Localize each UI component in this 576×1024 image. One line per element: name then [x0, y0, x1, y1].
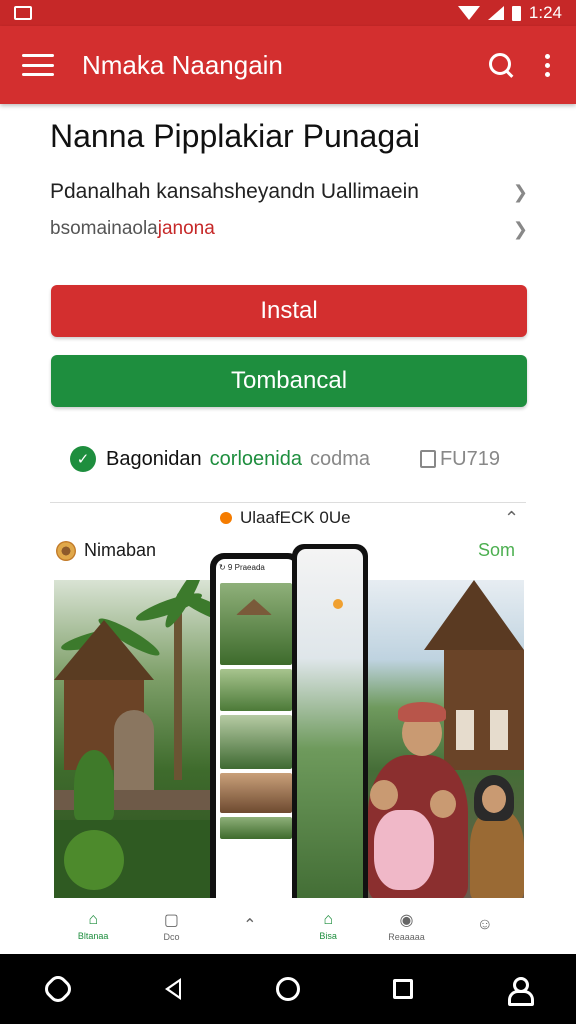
- description-row[interactable]: Pdanalhah kansahsheyandn Uallimaein ❯: [50, 180, 528, 204]
- search-icon[interactable]: [487, 51, 515, 79]
- orange-dot-icon: [220, 512, 232, 524]
- home-button[interactable]: [266, 967, 310, 1011]
- sub-header-label: Nimaban: [84, 540, 157, 560]
- chevron-right-icon: ❯: [512, 181, 528, 202]
- section-header: UlaafECK 0Ue: [220, 508, 351, 528]
- app-bar: Nmaka Naangain: [0, 26, 576, 104]
- subdescription-row[interactable]: bsomainaolajanona ❯: [50, 218, 528, 240]
- home-icon: ⌂: [88, 911, 98, 928]
- signal-icon: [487, 6, 504, 20]
- user-icon: [507, 977, 535, 1006]
- nav-item-4[interactable]: ⌂ Bisa: [289, 898, 367, 954]
- verification-row: ✓ Bagonidan corloenida codma FU719: [70, 446, 500, 472]
- image-notification-icon: [14, 6, 32, 20]
- nav-item-6[interactable]: ☺: [446, 898, 524, 954]
- verify-label: Bagonidan: [106, 447, 202, 470]
- wifi-icon: [457, 6, 480, 20]
- nav-item-2[interactable]: ▢ Dco: [132, 898, 210, 954]
- nav-item-3[interactable]: ⌃: [211, 898, 289, 954]
- menu-icon[interactable]: [22, 54, 54, 76]
- status-time: 1:24: [528, 3, 562, 22]
- bag-icon: ⌃: [243, 917, 257, 934]
- back-icon: [164, 978, 181, 1000]
- app-title: Nmaka Naangain: [82, 49, 283, 80]
- system-nav-bar: [0, 954, 576, 1024]
- verify-code: FU719: [419, 448, 500, 471]
- page-title: Nanna Pipplakiar Punagai: [50, 118, 421, 154]
- square-icon: ▢: [163, 912, 180, 929]
- check-icon: ✓: [70, 446, 96, 472]
- person-icon: ☺: [476, 916, 493, 933]
- nav-item-home[interactable]: ⌂ Bltanaa: [54, 898, 132, 954]
- chevron-up-icon[interactable]: ⌃: [504, 508, 519, 529]
- recents-icon: [393, 979, 414, 999]
- rotate-icon: [40, 972, 75, 1006]
- recents-button[interactable]: [381, 967, 425, 1011]
- phone-screen-secondary: [297, 549, 363, 913]
- camera-icon: ◉: [399, 912, 414, 929]
- description-text: Pdanalhah kansahsheyandn Uallimaein: [50, 180, 419, 203]
- more-vert-icon[interactable]: [541, 53, 554, 77]
- battery-icon: [511, 5, 521, 21]
- app-bar-actions: [487, 51, 554, 79]
- status-bar: 1:24: [0, 0, 576, 26]
- chevron-right-icon: ❯: [512, 218, 528, 239]
- house-icon: ⌂: [323, 911, 333, 928]
- install-button[interactable]: Instal: [51, 285, 527, 337]
- code-box-icon: [419, 450, 436, 468]
- verify-extra: codma: [309, 447, 370, 470]
- phone-header: ↻ 9 Praeada: [219, 563, 265, 572]
- rotate-button[interactable]: [36, 967, 80, 1011]
- flower-icon: [56, 540, 76, 561]
- verify-status: corloenida: [209, 447, 302, 470]
- app-bottom-nav: ⌂ Bltanaa ▢ Dco ⌃ ⌂ Bisa ◉ Reaaaaa ☺: [54, 898, 524, 954]
- divider: [50, 502, 526, 503]
- nav-item-5[interactable]: ◉ Reaaaaa: [367, 898, 445, 954]
- subdescription-text: bsomainaolajanona: [50, 218, 215, 239]
- section-title: UlaafECK 0Ue: [240, 508, 351, 527]
- account-button[interactable]: [496, 967, 540, 1011]
- home-circle-icon: [275, 977, 300, 1001]
- see-all-link[interactable]: Som: [478, 540, 515, 561]
- secondary-button[interactable]: Tombancal: [51, 355, 527, 407]
- status-icons: 1:24: [457, 3, 562, 23]
- phone-mockup: ↻ 9 Praeada: [210, 553, 302, 919]
- sub-header-left: Nimaban: [56, 540, 156, 561]
- back-button[interactable]: [151, 967, 195, 1011]
- phone-screen: ↻ 9 Praeada: [216, 559, 296, 913]
- phone-mockup-secondary: [292, 544, 368, 918]
